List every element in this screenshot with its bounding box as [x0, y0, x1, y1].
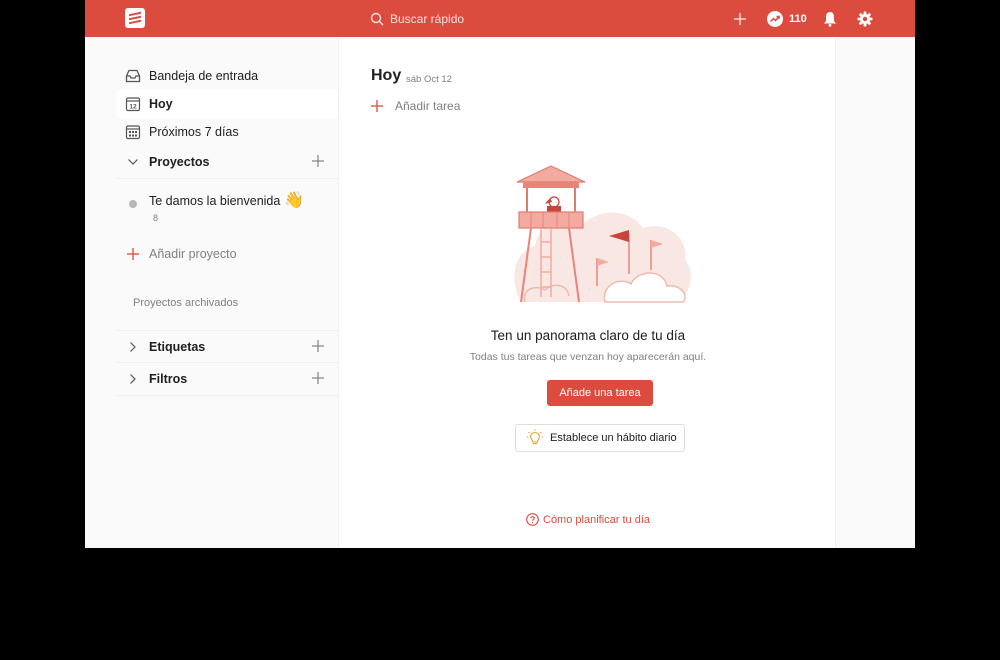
sidebar: Bandeja de entrada 12 Hoy Próximos 7 día… [85, 37, 338, 548]
labels-header-label: Etiquetas [149, 339, 206, 354]
daily-habit-button[interactable]: Establece un hábito diario [515, 424, 685, 452]
add-project-label: Añadir proyecto [149, 247, 237, 261]
quick-add-button[interactable] [730, 9, 750, 29]
plus-icon [734, 13, 746, 25]
add-filter-plus-icon[interactable] [312, 372, 324, 387]
todoist-logo-icon[interactable] [125, 8, 145, 28]
settings-button[interactable] [855, 9, 875, 29]
search-icon [370, 12, 384, 26]
main-content: Hoy sáb Oct 12 Añadir tarea Ten un panor… [338, 37, 836, 548]
chevron-right-icon[interactable] [125, 374, 141, 384]
sidebar-item-label: Próximos 7 días [149, 125, 239, 139]
project-item-welcome[interactable]: Te damos la bienvenida 👋 8 [117, 193, 338, 229]
sidebar-item-today[interactable]: 12 Hoy [117, 90, 338, 118]
chevron-right-icon[interactable] [125, 341, 141, 352]
notifications-button[interactable] [820, 9, 840, 29]
lightbulb-icon [526, 429, 544, 445]
plus-icon [125, 246, 141, 262]
add-task-label: Añadir tarea [395, 99, 461, 113]
help-link-label: Cómo planificar tu día [543, 513, 650, 526]
empty-state-title: Ten un panorama claro de tu día [490, 328, 686, 343]
top-bar: Buscar rápido 110 [85, 0, 915, 37]
calendar-day-number: 12 [129, 104, 137, 111]
inbox-icon [125, 68, 141, 84]
bell-icon [824, 12, 836, 27]
add-task-button[interactable]: Añadir tarea [371, 99, 460, 113]
projects-section-header[interactable]: Proyectos [117, 146, 338, 179]
project-name: Te damos la bienvenida [149, 194, 281, 208]
quick-search[interactable]: Buscar rápido [370, 9, 464, 29]
calendar-today-icon: 12 [125, 96, 141, 112]
empty-state-subtitle: Todas tus tareas que venzan hoy aparecer… [469, 351, 707, 363]
sidebar-item-label: Bandeja de entrada [149, 69, 259, 83]
plus-icon [371, 100, 383, 112]
karma-button[interactable]: 110 [767, 9, 807, 29]
project-color-dot [129, 200, 137, 208]
filters-section-header[interactable]: Filtros [117, 363, 338, 396]
productivity-icon [767, 11, 783, 27]
calendar-week-icon [125, 124, 141, 140]
sidebar-item-next-7-days[interactable]: Próximos 7 días [117, 118, 338, 146]
page-title: Hoy [371, 67, 402, 84]
app-window: Buscar rápido 110 Bandeja de entrada 12 … [85, 0, 915, 548]
project-task-count: 8 [153, 213, 159, 223]
filters-header-label: Filtros [149, 372, 188, 386]
page-date: sáb Oct 12 [406, 74, 452, 85]
right-gutter [836, 37, 915, 548]
gear-icon [857, 11, 873, 27]
add-label-plus-icon[interactable] [312, 340, 324, 355]
archived-projects-link[interactable]: Proyectos archivados [133, 297, 238, 309]
projects-header-label: Proyectos [149, 155, 210, 169]
sidebar-item-inbox[interactable]: Bandeja de entrada [117, 62, 338, 90]
search-input[interactable]: Buscar rápido [390, 12, 464, 26]
sidebar-item-label: Hoy [149, 97, 173, 111]
karma-count: 110 [789, 13, 807, 25]
watchtower-illustration [514, 165, 691, 303]
help-link[interactable]: Cómo planificar tu día [339, 513, 837, 526]
waving-hand-emoji: 👋 [284, 192, 305, 209]
question-circle-icon [526, 513, 539, 526]
add-project-button[interactable]: Añadir proyecto [117, 240, 338, 268]
add-task-cta-button[interactable]: Añade una tarea [547, 380, 653, 406]
chevron-down-icon[interactable] [125, 159, 141, 165]
daily-habit-label: Establece un hábito diario [550, 432, 677, 444]
add-project-plus-icon[interactable] [312, 155, 324, 170]
labels-section-header[interactable]: Etiquetas [117, 330, 338, 363]
